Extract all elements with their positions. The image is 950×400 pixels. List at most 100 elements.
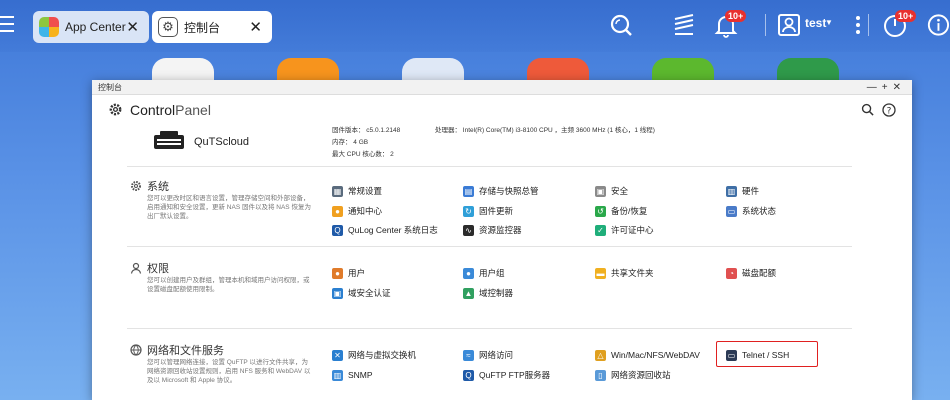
minimize-icon[interactable]: — xyxy=(867,82,882,93)
item-qulog-center[interactable]: Q QuLog Center 系统日志 xyxy=(332,223,438,237)
user-icon[interactable] xyxy=(776,12,802,38)
section-description: 您可以更改时区和语言设置，管理存储空间和外部设备，启用通知和安全设置，更新 NA… xyxy=(147,195,311,220)
highlight-box xyxy=(716,341,818,367)
item-quota[interactable]: ◔ 磁盘配额 xyxy=(726,266,776,280)
close-icon[interactable]: ✕ xyxy=(249,18,262,36)
item-shared-folders[interactable]: ▬ 共享文件夹 xyxy=(595,266,654,280)
window-title: 控制台 xyxy=(98,83,122,92)
general-settings-icon: ▦ xyxy=(332,185,343,197)
divider xyxy=(127,328,852,329)
backup-icon: ↺ xyxy=(595,205,606,217)
item-label: 资源监控器 xyxy=(479,225,522,235)
section-privilege: 权限 您可以创建用户及群组，管理本机和域用户访问权限，或设置磁盘配额使用限制。 … xyxy=(92,260,912,320)
maximize-icon[interactable]: + xyxy=(882,82,893,93)
section-description: 您可以创建用户及群组，管理本机和域用户访问权限，或设置磁盘配额使用限制。 xyxy=(147,277,310,293)
item-firmware-update[interactable]: ↻ 固件更新 xyxy=(463,204,513,218)
hardware-icon: ▥ xyxy=(726,185,737,197)
item-network-access[interactable]: ≈ 网络访问 xyxy=(463,348,513,362)
user-name[interactable]: test xyxy=(805,16,826,30)
tab-control-panel[interactable]: ⚙ 控制台 ✕ xyxy=(152,11,272,43)
item-label: 固件更新 xyxy=(479,206,514,216)
item-label: 共享文件夹 xyxy=(611,268,654,278)
close-icon[interactable]: ✕ xyxy=(126,18,139,36)
control-panel-window: 控制台 —+✕ ControlPanel ? QuTScloud 固件版本： c… xyxy=(92,80,912,400)
section-header: 权限 xyxy=(130,260,169,276)
item-license-center[interactable]: ✓ 许可证中心 xyxy=(595,223,654,237)
tab-label: 控制台 xyxy=(184,20,221,35)
tab-label: App Center xyxy=(65,20,126,34)
monitor-icon: ∿ xyxy=(463,224,474,236)
item-resource-monitor[interactable]: ∿ 资源监控器 xyxy=(463,223,522,237)
ftp-icon: Q xyxy=(463,369,474,381)
group-icon: ● xyxy=(463,267,474,279)
chevron-down-icon[interactable]: ▼ xyxy=(825,18,833,27)
item-system-status[interactable]: ▭ 系统状态 xyxy=(726,204,776,218)
nas-device-icon xyxy=(154,131,184,149)
item-network-recycle-bin[interactable]: ▯ 网络资源回收站 xyxy=(595,368,671,382)
gear-icon: ⚙ xyxy=(158,17,178,37)
user-icon xyxy=(130,262,142,274)
item-general-settings[interactable]: ▦ 常规设置 xyxy=(332,184,382,198)
quota-icon: ◔ xyxy=(726,267,737,279)
item-backup-restore[interactable]: ↺ 备份/恢复 xyxy=(595,204,647,218)
processor: 处理器： Intel(R) Core(TM) i3-8100 CPU ，主频 3… xyxy=(435,127,655,134)
section-title: 网络和文件服务 xyxy=(147,345,224,357)
notification-badge: 10+ xyxy=(725,10,747,22)
domain-controller-icon: ▲ xyxy=(463,287,474,299)
item-quftp[interactable]: Q QuFTP FTP服务器 xyxy=(463,368,550,382)
item-label: QuFTP FTP服务器 xyxy=(479,370,551,380)
item-users[interactable]: ● 用户 xyxy=(332,266,365,280)
divider xyxy=(127,246,852,247)
item-label: 通知中心 xyxy=(348,206,383,216)
close-icon[interactable]: ✕ xyxy=(893,82,906,93)
svg-text:?: ? xyxy=(887,107,892,117)
device-specs: 固件版本： c5.0.1.2148 内存： 4 GB 最大 CPU 核心数： 2 xyxy=(332,125,400,161)
item-label: 网络访问 xyxy=(479,350,514,360)
item-hardware[interactable]: ▥ 硬件 xyxy=(726,184,759,198)
help-icon[interactable]: ? xyxy=(882,103,896,117)
item-notification-center[interactable]: ● 通知中心 xyxy=(332,204,382,218)
item-snmp[interactable]: ▥ SNMP xyxy=(332,368,373,382)
firmware-version: 固件版本： c5.0.1.2148 xyxy=(332,127,401,134)
search-icon[interactable] xyxy=(608,12,634,38)
item-storage[interactable]: ▤ 存储与快照总管 xyxy=(463,184,539,198)
item-label: 域控制器 xyxy=(479,288,514,298)
divider xyxy=(127,166,852,167)
item-win-mac-nfs-webdav[interactable]: △ Win/Mac/NFS/WebDAV xyxy=(595,348,700,362)
notification-icon: ● xyxy=(332,205,343,217)
gear-icon xyxy=(131,181,141,191)
max-cpu-cores: 最大 CPU 核心数： 2 xyxy=(332,151,394,158)
item-label: 许可证中心 xyxy=(611,225,654,235)
user-icon: ● xyxy=(332,267,343,279)
app-center-icon xyxy=(39,17,59,37)
info-icon[interactable] xyxy=(925,12,950,38)
item-domain-controller[interactable]: ▲ 域控制器 xyxy=(463,286,513,300)
menu-icon[interactable] xyxy=(0,16,14,36)
item-label: 常规设置 xyxy=(348,186,383,196)
recycle-bin-icon: ▯ xyxy=(595,369,606,381)
item-user-groups[interactable]: ● 用户组 xyxy=(463,266,505,280)
item-label: SNMP xyxy=(348,370,373,380)
item-label: 存储与快照总管 xyxy=(479,186,539,196)
firmware-icon: ↻ xyxy=(463,205,474,217)
memory: 内存： 4 GB xyxy=(332,139,369,146)
window-titlebar[interactable]: 控制台 —+✕ xyxy=(92,80,912,95)
control-panel-header: ControlPanel ? xyxy=(92,95,912,125)
tab-app-center[interactable]: App Center ✕ xyxy=(33,11,149,43)
item-network-virtual-switch[interactable]: ✕ 网络与虚拟交换机 xyxy=(332,348,416,362)
domain-auth-icon: ▣ xyxy=(332,287,343,299)
item-security[interactable]: ▣ 安全 xyxy=(595,184,628,198)
item-label: 备份/恢复 xyxy=(611,206,648,216)
qulog-icon: Q xyxy=(332,224,343,236)
search-icon[interactable] xyxy=(861,103,874,116)
window-controls: —+✕ xyxy=(867,80,906,95)
item-domain-security[interactable]: ▣ 域安全认证 xyxy=(332,286,391,300)
item-label: 用户组 xyxy=(479,268,505,278)
item-label: 硬件 xyxy=(742,186,760,196)
gear-icon xyxy=(109,103,122,116)
item-label: 网络资源回收站 xyxy=(611,370,671,380)
tasks-icon[interactable] xyxy=(671,12,697,38)
item-label: 域安全认证 xyxy=(348,288,391,298)
status-icon: ▭ xyxy=(726,205,737,217)
lock-icon: ▣ xyxy=(595,185,606,197)
